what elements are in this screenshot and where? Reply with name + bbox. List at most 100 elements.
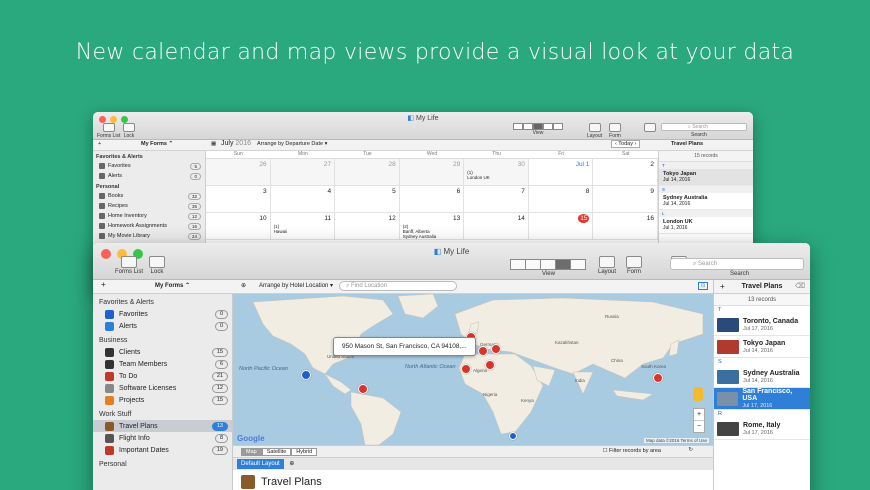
sidebar-item-important-dates[interactable]: Important Dates 19 — [93, 444, 232, 456]
map-pin-tokyo[interactable] — [653, 373, 663, 383]
sidebar-item-projects[interactable]: Projects 15 — [93, 394, 232, 406]
sidebar-item-clients[interactable]: Clients 15 — [93, 346, 232, 358]
view-calendar-icon[interactable] — [540, 259, 556, 270]
search-input[interactable]: ⌕ Search — [670, 258, 804, 270]
chevron-left-icon[interactable]: ‹ — [615, 141, 617, 147]
lock-button[interactable]: Lock — [149, 256, 165, 275]
list-item[interactable]: Tokyo Japan Jul 14, 2016 — [714, 336, 810, 358]
add-layout-icon[interactable]: ⊕ — [289, 461, 294, 467]
calendar-event[interactable]: (2) Banff, Alberta Sydney Australia — [403, 224, 437, 239]
my-forms-menu[interactable]: My Forms ⌃ — [155, 282, 190, 289]
calendar-day-cell[interactable]: 28 — [335, 159, 400, 186]
map-pin-europe[interactable] — [491, 344, 501, 354]
filter-button[interactable] — [644, 123, 656, 133]
sidebar-item-software-licenses[interactable]: Software Licenses 12 — [93, 382, 232, 394]
add-record-icon[interactable]: + — [720, 280, 725, 294]
calendar-day-cell[interactable]: 2 — [593, 159, 658, 186]
map-pin-san-francisco[interactable] — [301, 370, 311, 380]
calendar-day-cell[interactable]: 12 — [335, 213, 400, 240]
layout-button[interactable]: Layout — [598, 256, 616, 275]
search-input[interactable]: ⌕ Search — [661, 123, 747, 131]
calendar-day-cell[interactable]: 30 (1) London UK — [464, 159, 529, 186]
tab-satellite[interactable]: Satellite — [261, 448, 292, 456]
tab-map[interactable]: Map — [241, 448, 262, 456]
calendar-day-cell[interactable]: 26 — [206, 159, 271, 186]
list-item[interactable]: London UK Jul 1, 2016 — [659, 217, 753, 234]
calendar-event[interactable]: (1) Hawaii — [274, 224, 288, 234]
map-pin-europe[interactable] — [478, 346, 488, 356]
view-grid-icon[interactable] — [570, 259, 586, 270]
my-forms-menu[interactable]: My Forms ⌃ — [141, 141, 173, 147]
calendar-day-cell[interactable]: 6 — [399, 186, 465, 213]
calendar-day-cell[interactable]: 7 — [464, 186, 529, 213]
sidebar-item-my-movie-library[interactable]: My Movie Library 24 — [93, 231, 205, 241]
sidebar-item-alerts[interactable]: Alerts 0 — [93, 171, 205, 181]
list-item[interactable]: Rome, Italy Jul 17, 2016 — [714, 418, 810, 440]
zoom-out-button[interactable]: − — [694, 420, 704, 432]
view-table-icon[interactable] — [525, 259, 541, 270]
calendar-day-cell[interactable]: 9 — [593, 186, 658, 213]
today-button[interactable]: ‹ Today › — [611, 140, 641, 148]
calendar-day-cell[interactable]: 15 — [528, 213, 594, 240]
view-map-icon[interactable] — [555, 259, 571, 270]
trash-icon[interactable]: ⌫ — [795, 280, 805, 294]
tab-hybrid[interactable]: Hybrid — [291, 448, 318, 456]
locate-icon[interactable]: ⊕ — [241, 282, 246, 289]
sidebar-item-favorites[interactable]: Favorites 0 — [93, 308, 232, 320]
forms-list-button[interactable]: Forms List — [115, 256, 143, 275]
default-layout-button[interactable]: Default Layout — [237, 459, 284, 469]
find-location-input[interactable]: ⌕ Find Location — [339, 281, 457, 291]
add-form-icon[interactable]: + — [98, 141, 101, 147]
map-pin-spain[interactable] — [461, 364, 471, 374]
zoom-in-button[interactable]: + — [694, 409, 704, 420]
map-pin-rome[interactable] — [485, 360, 495, 370]
filter-by-area-checkbox[interactable]: ☐ Filter records by area — [603, 448, 661, 454]
forms-list-button[interactable]: Forms List — [97, 123, 120, 139]
chevron-right-icon[interactable]: › — [635, 141, 637, 147]
list-item[interactable]: Sydney Australia Jul 14, 2016 — [659, 193, 753, 210]
form-button[interactable]: Form — [626, 256, 642, 275]
calendar-day-cell[interactable]: 5 — [335, 186, 400, 213]
view-list-icon[interactable] — [510, 259, 526, 270]
sidebar-item-team-members[interactable]: Team Members 6 — [93, 358, 232, 370]
calendar-day-cell[interactable]: Jul 1 — [528, 159, 594, 186]
map-options-icon[interactable]: ⊡ — [698, 282, 709, 290]
layout-button[interactable]: Layout — [587, 123, 602, 139]
list-item[interactable]: San Francisco, USA Jul 17, 2016 — [714, 388, 810, 410]
map-attribution[interactable]: Map data ©2016 Terms of Use — [643, 438, 709, 443]
sidebar-item-alerts[interactable]: Alerts 0 — [93, 320, 232, 332]
map-popup[interactable]: 950 Mason St, San Francisco, CA 94108,..… — [333, 337, 476, 356]
add-form-icon[interactable]: + — [101, 280, 106, 289]
form-button[interactable]: Form — [609, 123, 621, 139]
arrange-menu[interactable]: Arrange by Hotel Location ▾ — [259, 282, 333, 289]
calendar-day-cell[interactable]: 4 — [270, 186, 336, 213]
view-selector[interactable]: View — [513, 123, 563, 136]
calendar-day-cell[interactable]: 14 — [464, 213, 529, 240]
sidebar-item-home-inventory[interactable]: Home Inventory 12 — [93, 211, 205, 221]
world-map[interactable]: North Pacific Ocean North Atlantic Ocean… — [233, 294, 713, 445]
sidebar-item-favorites[interactable]: Favorites 5 — [93, 161, 205, 171]
list-item[interactable]: Sydney Australia Jul 14, 2016 — [714, 366, 810, 388]
sidebar-item-flight-info[interactable]: Flight Info 8 — [93, 432, 232, 444]
map-pin-mexico[interactable] — [358, 384, 368, 394]
arrange-menu[interactable]: Arrange by Departure Date ▾ — [257, 141, 327, 147]
calendar-day-cell[interactable]: 27 — [270, 159, 336, 186]
calendar-day-cell[interactable]: 16 — [593, 213, 658, 240]
calendar-event[interactable]: (1) London UK — [467, 170, 490, 180]
list-item[interactable]: Tokyo Japan Jul 14, 2016 — [659, 169, 753, 186]
sidebar-item-homework-assignments[interactable]: Homework Assignments 16 — [93, 221, 205, 231]
calendar-day-cell[interactable]: 11 (1) Hawaii — [270, 213, 336, 240]
calendar-day-cell[interactable]: 8 — [528, 186, 594, 213]
calendar-day-cell[interactable]: 10 — [206, 213, 271, 240]
lock-button[interactable]: Lock — [123, 123, 135, 139]
sidebar-item-recipes[interactable]: Recipes 35 — [93, 201, 205, 211]
view-selector[interactable] — [510, 259, 586, 270]
sidebar-item-travel-plans[interactable]: Travel Plans 13 — [93, 420, 232, 432]
street-view-icon[interactable] — [693, 387, 703, 401]
refresh-icon[interactable]: ↻ — [688, 447, 693, 453]
sidebar-item-to-do[interactable]: To Do 21 — [93, 370, 232, 382]
list-item[interactable]: Toronto, Canada Jul 17, 2016 — [714, 314, 810, 336]
calendar-day-cell[interactable]: 3 — [206, 186, 271, 213]
calendar-day-cell[interactable]: 29 — [399, 159, 465, 186]
map-pin-south[interactable] — [509, 432, 517, 440]
